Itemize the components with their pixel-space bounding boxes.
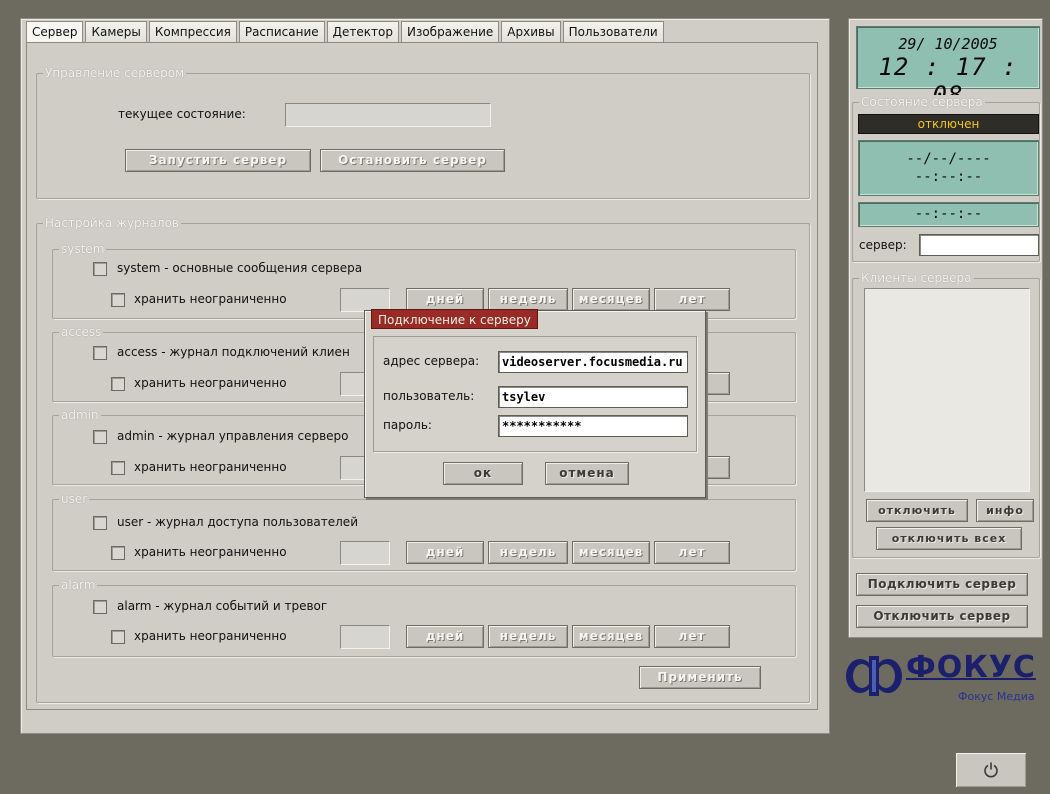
user-log-checkbox[interactable] bbox=[93, 516, 107, 530]
clock-date: 29/ 10/2005 bbox=[898, 35, 998, 53]
system-log-label: system - основные сообщения сервера bbox=[117, 261, 363, 275]
clients-list[interactable] bbox=[864, 288, 1030, 492]
alarm-log-checkbox[interactable] bbox=[93, 600, 107, 614]
access-keep-unlimited-checkbox[interactable] bbox=[111, 377, 125, 391]
server-management-group: Управление сервером bbox=[36, 66, 810, 199]
focus-logo-icon bbox=[846, 656, 902, 696]
client-info-button[interactable]: инфо bbox=[976, 499, 1034, 522]
user-log-label: user - журнал доступа пользователей bbox=[117, 515, 358, 529]
alarm-days-button[interactable]: дней bbox=[406, 625, 484, 648]
access-log-checkbox[interactable] bbox=[93, 346, 107, 360]
tab-compression[interactable]: Компрессия bbox=[148, 21, 237, 43]
disconnect-client-button[interactable]: отключить bbox=[866, 499, 968, 522]
connect-server-button[interactable]: Подключить сервер bbox=[856, 573, 1028, 596]
tab-bar: Сервер Камеры Компрессия Расписание Дете… bbox=[26, 21, 666, 43]
system-keep-unlimited-checkbox[interactable] bbox=[111, 293, 125, 307]
system-days-button[interactable]: дней bbox=[406, 288, 484, 311]
alarm-months-button[interactable]: месяцев bbox=[572, 625, 650, 648]
stop-server-button[interactable]: Остановить сервер bbox=[320, 149, 505, 172]
access-keep-unlimited-label: хранить неограниченно bbox=[134, 376, 287, 390]
admin-keep-unlimited-checkbox[interactable] bbox=[111, 461, 125, 475]
current-state-label: текущее состояние: bbox=[118, 107, 246, 121]
username-label: пользователь: bbox=[383, 389, 475, 403]
log-group-name: system bbox=[59, 242, 107, 256]
username-input[interactable]: tsylev bbox=[498, 386, 688, 408]
remote-time: --:--:-- bbox=[914, 169, 983, 185]
system-months-button[interactable]: месяцев bbox=[572, 288, 650, 311]
password-input[interactable]: *********** bbox=[498, 415, 688, 437]
uptime-display: --:--:-- bbox=[858, 202, 1039, 227]
alarm-weeks-button[interactable]: недель bbox=[488, 625, 568, 648]
focus-logo-subtitle: Фокус Медиа bbox=[958, 690, 1035, 703]
tab-detector[interactable]: Детектор bbox=[326, 21, 399, 43]
user-keep-unlimited-label: хранить неограниченно bbox=[134, 545, 287, 559]
tab-image[interactable]: Изображение bbox=[400, 21, 500, 43]
user-weeks-button[interactable]: недель bbox=[488, 541, 568, 564]
cancel-button[interactable]: отмена bbox=[545, 462, 629, 485]
admin-keep-unlimited-label: хранить неограниченно bbox=[134, 460, 287, 474]
tab-schedule[interactable]: Расписание bbox=[238, 21, 325, 43]
server-address-label: адрес сервера: bbox=[383, 354, 480, 368]
remote-date: --/--/---- bbox=[906, 151, 991, 167]
log-group-name: alarm bbox=[59, 578, 98, 592]
system-years-button[interactable]: лет bbox=[654, 288, 730, 311]
alarm-keep-unlimited-checkbox[interactable] bbox=[111, 630, 125, 644]
ok-button[interactable]: ок bbox=[443, 462, 523, 485]
admin-log-label: admin - журнал управления серверо bbox=[117, 429, 349, 443]
remote-clock-display: --/--/---- --:--:-- bbox=[858, 140, 1039, 196]
server-management-legend: Управление сервером bbox=[43, 66, 187, 80]
system-weeks-button[interactable]: недель bbox=[488, 288, 568, 311]
tab-users[interactable]: Пользователи bbox=[562, 21, 664, 43]
alarm-years-button[interactable]: лет bbox=[654, 625, 730, 648]
access-log-label: access - журнал подключений клиен bbox=[117, 345, 350, 359]
server-label: сервер: bbox=[859, 238, 907, 252]
disconnect-server-button[interactable]: Отключить сервер bbox=[856, 605, 1028, 628]
tab-cameras[interactable]: Камеры bbox=[85, 21, 147, 43]
user-keep-unlimited-checkbox[interactable] bbox=[111, 546, 125, 560]
clock-display: 29/ 10/2005 12 : 17 : 08 bbox=[856, 26, 1040, 109]
log-group-name: admin bbox=[59, 408, 101, 422]
log-group-name: user bbox=[59, 492, 90, 506]
alarm-period-input[interactable] bbox=[340, 625, 390, 649]
apply-button[interactable]: Применить bbox=[639, 666, 761, 689]
power-button[interactable] bbox=[955, 752, 1027, 788]
user-days-button[interactable]: дней bbox=[406, 541, 484, 564]
focus-logo-text: ФОКУС bbox=[906, 650, 1036, 685]
log-group-name: access bbox=[59, 325, 104, 339]
user-months-button[interactable]: месяцев bbox=[572, 541, 650, 564]
focus-logo-mark bbox=[840, 652, 912, 698]
server-status-value: отключен bbox=[858, 114, 1039, 134]
user-years-button[interactable]: лет bbox=[654, 541, 730, 564]
server-input[interactable] bbox=[919, 234, 1039, 256]
log-settings-legend: Настройка журналов bbox=[43, 216, 181, 230]
start-server-button[interactable]: Запустить сервер bbox=[125, 149, 311, 172]
system-keep-unlimited-label: хранить неограниченно bbox=[134, 292, 287, 306]
server-address-input[interactable]: videoserver.focusmedia.ru bbox=[498, 351, 688, 373]
server-clients-legend: Клиенты сервера bbox=[859, 271, 974, 285]
user-period-input[interactable] bbox=[340, 541, 390, 565]
power-icon bbox=[984, 762, 998, 778]
connect-dialog-title: Подключение к серверу bbox=[371, 309, 538, 329]
tab-server[interactable]: Сервер bbox=[26, 21, 84, 43]
system-log-checkbox[interactable] bbox=[93, 262, 107, 276]
server-status-legend: Состояние сервера bbox=[859, 95, 985, 109]
admin-log-checkbox[interactable] bbox=[93, 430, 107, 444]
alarm-log-label: alarm - журнал событий и тревог bbox=[117, 599, 328, 613]
current-state-field bbox=[285, 103, 491, 127]
password-label: пароль: bbox=[383, 418, 432, 432]
disconnect-all-button[interactable]: отключить всех bbox=[876, 527, 1022, 550]
alarm-keep-unlimited-label: хранить неограниченно bbox=[134, 629, 287, 643]
tab-archives[interactable]: Архивы bbox=[501, 21, 561, 43]
